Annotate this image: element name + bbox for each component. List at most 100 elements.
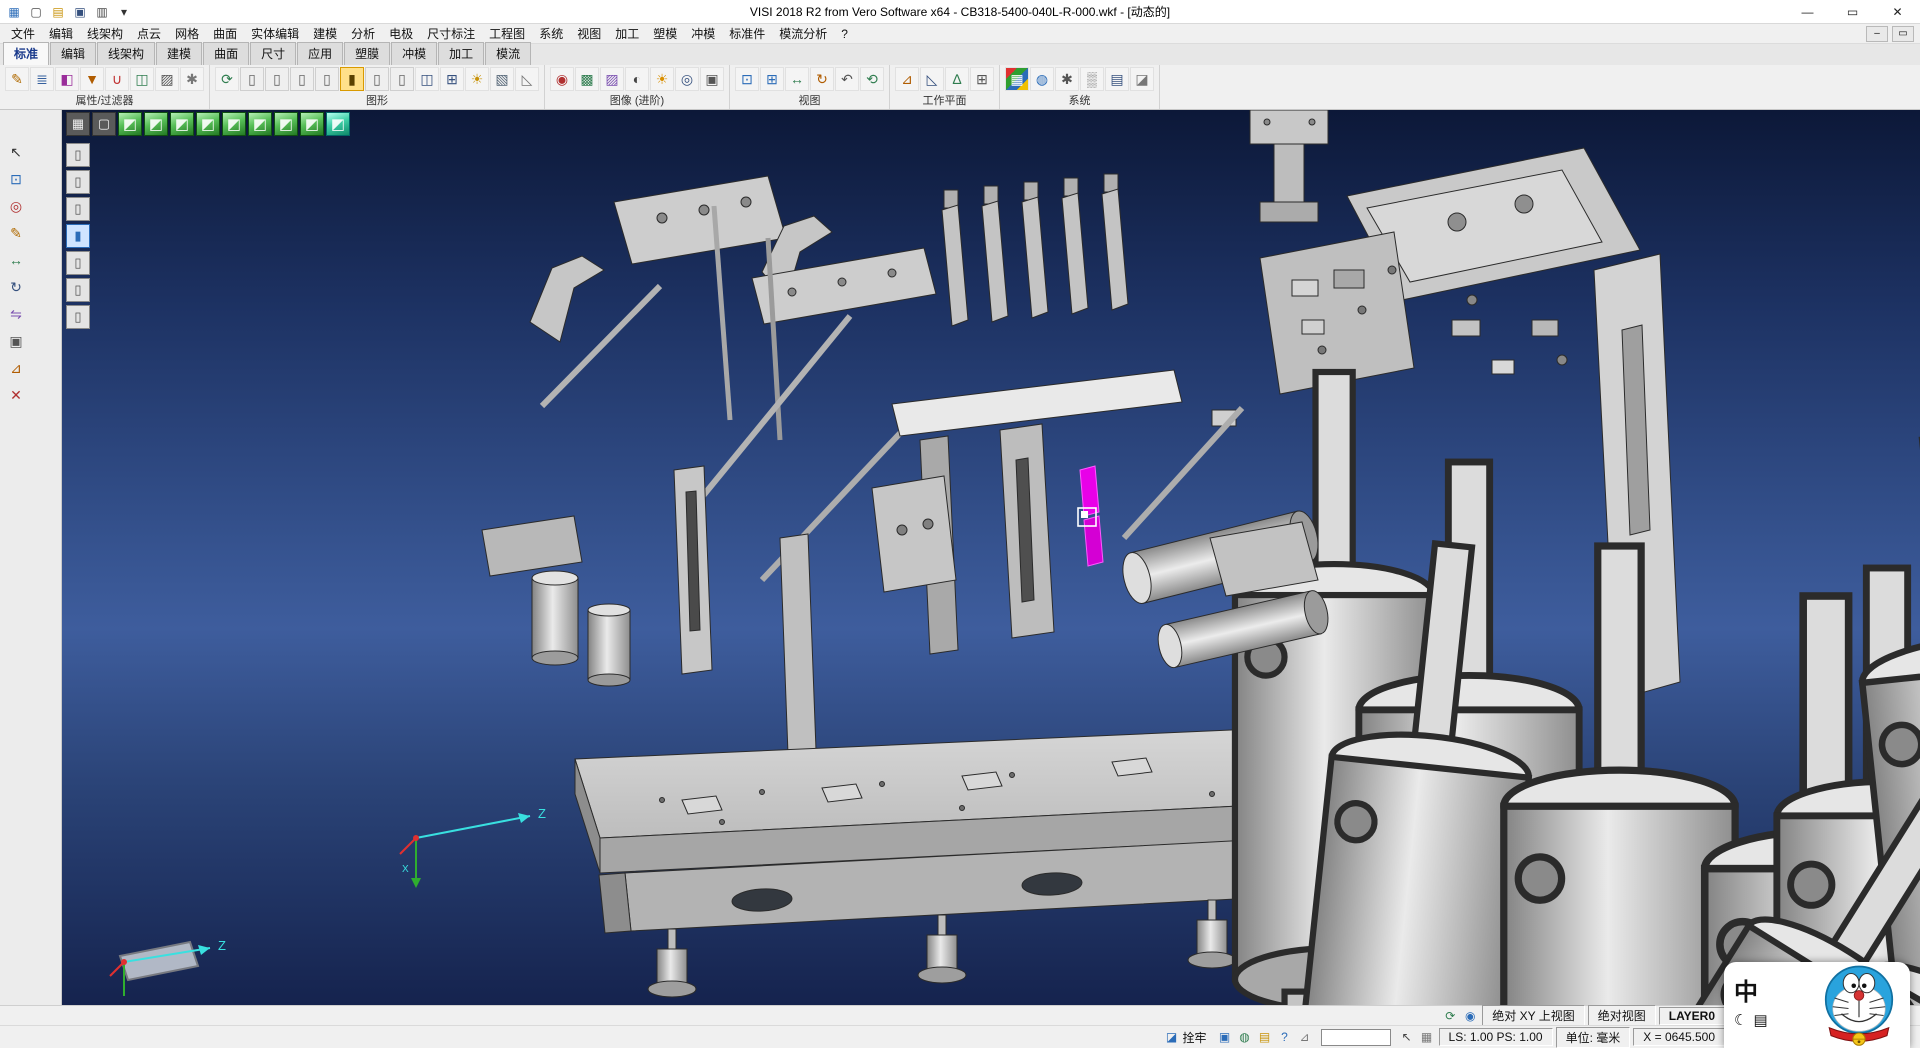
- menu-item-4[interactable]: 网格: [168, 23, 206, 44]
- render-image-icon[interactable]: ◉: [550, 67, 574, 91]
- menu-item-13[interactable]: 视图: [570, 23, 608, 44]
- cad-assembly[interactable]: Z X Z: [110, 110, 1920, 1005]
- materials-icon[interactable]: ▩: [575, 67, 599, 91]
- menu-item-1[interactable]: 编辑: [42, 23, 80, 44]
- workplane-manager-icon[interactable]: ⊞: [970, 67, 994, 91]
- ime-keyboard-icon[interactable]: ▤: [1753, 1011, 1767, 1029]
- tab-dimension[interactable]: 尺寸: [250, 42, 296, 65]
- status-absolute-view[interactable]: 绝对视图: [1588, 1005, 1656, 1026]
- copy-icon[interactable]: ▣: [4, 329, 28, 353]
- wireframe-mode-icon[interactable]: ▯: [240, 67, 264, 91]
- snap-filter-icon[interactable]: ∪: [105, 67, 129, 91]
- workplane-view-icon[interactable]: ◺: [920, 67, 944, 91]
- mdi-restore-button[interactable]: ▭: [1892, 26, 1914, 42]
- layer-manager-icon[interactable]: ≣: [30, 67, 54, 91]
- solids-tree-panel-icon[interactable]: ▯: [66, 197, 90, 221]
- snap-lock-icon[interactable]: ◪: [1163, 1029, 1181, 1045]
- refresh-status-icon[interactable]: ⟳: [1441, 1008, 1459, 1024]
- shaded-edges-mode-icon[interactable]: ▯: [315, 67, 339, 91]
- menu-item-15[interactable]: 塑模: [646, 23, 684, 44]
- menu-item-17[interactable]: 标准件: [722, 23, 772, 44]
- left-top-bracket[interactable]: [614, 176, 786, 264]
- mirror-icon[interactable]: ⇋: [4, 302, 28, 326]
- background-icon[interactable]: ▧: [490, 67, 514, 91]
- workplane-standard-icon[interactable]: ⊿: [895, 67, 919, 91]
- shaded-mode-icon[interactable]: ▯: [290, 67, 314, 91]
- view-back-icon[interactable]: ◩: [196, 112, 220, 136]
- color-filter-icon[interactable]: ◧: [55, 67, 79, 91]
- view-top-icon[interactable]: ◩: [144, 112, 168, 136]
- help-icon[interactable]: ?: [1276, 1029, 1294, 1045]
- lighting-icon[interactable]: ☀: [650, 67, 674, 91]
- render-mode-icon[interactable]: ▮: [340, 67, 364, 91]
- options-icon[interactable]: ✱: [1055, 67, 1079, 91]
- perspective-icon[interactable]: ◫: [415, 67, 439, 91]
- views-panel-icon[interactable]: ▯: [66, 278, 90, 302]
- customize-dropdown-icon[interactable]: ▾: [114, 3, 134, 21]
- menu-item-7[interactable]: 建模: [306, 23, 344, 44]
- selection-panel-icon[interactable]: ▮: [66, 224, 90, 248]
- measure-icon[interactable]: ⊿: [4, 356, 28, 380]
- transparency-icon[interactable]: ▯: [365, 67, 389, 91]
- entity-info-panel-icon[interactable]: ▯: [66, 143, 90, 167]
- menu-item-11[interactable]: 工程图: [482, 23, 532, 44]
- notes-panel-icon[interactable]: ▯: [66, 305, 90, 329]
- view-iso-icon[interactable]: ◩: [118, 112, 142, 136]
- menu-item-10[interactable]: 尺寸标注: [420, 23, 482, 44]
- close-button[interactable]: ✕: [1875, 0, 1920, 23]
- view-bottom-icon[interactable]: ◩: [274, 112, 298, 136]
- history-panel-icon[interactable]: ▯: [66, 251, 90, 275]
- status-layer[interactable]: LAYER0: [1659, 1007, 1725, 1025]
- snap-point-icon[interactable]: ◎: [4, 194, 28, 218]
- zoom-fit-icon[interactable]: ⊡: [735, 67, 759, 91]
- select-window-icon[interactable]: ⊡: [4, 167, 28, 191]
- pan-icon[interactable]: ↔: [785, 67, 809, 91]
- open-folder-icon[interactable]: ▤: [48, 3, 68, 21]
- menu-item-2[interactable]: 线架构: [80, 23, 130, 44]
- menu-item-5[interactable]: 曲面: [206, 23, 244, 44]
- layers-panel-icon[interactable]: ▯: [66, 170, 90, 194]
- camera-icon[interactable]: ◎: [675, 67, 699, 91]
- tab-modeling[interactable]: 建模: [156, 42, 202, 65]
- tab-flow[interactable]: 模流: [485, 42, 531, 65]
- tab-die[interactable]: 冲模: [391, 42, 437, 65]
- rotate-icon[interactable]: ↻: [4, 275, 28, 299]
- workplane-entity-icon[interactable]: ∆: [945, 67, 969, 91]
- tab-machining[interactable]: 加工: [438, 42, 484, 65]
- system-colors-icon[interactable]: ▦: [1005, 67, 1029, 91]
- section-icon[interactable]: ◪: [1130, 67, 1154, 91]
- view-front-icon[interactable]: ◩: [170, 112, 194, 136]
- tab-wireframe[interactable]: 线架构: [97, 42, 155, 65]
- view-left-icon[interactable]: ◩: [222, 112, 246, 136]
- status-coordinate[interactable]: X = 0645.500: [1633, 1028, 1725, 1046]
- tab-edit[interactable]: 编辑: [50, 42, 96, 65]
- view-axonometric-icon[interactable]: ◩: [300, 112, 324, 136]
- tab-application[interactable]: 应用: [297, 42, 343, 65]
- menu-item-9[interactable]: 电极: [382, 23, 420, 44]
- shadows-icon[interactable]: ◐: [625, 67, 649, 91]
- section-view-icon[interactable]: ▯: [390, 67, 414, 91]
- grid-snap-icon[interactable]: ▦: [1418, 1029, 1436, 1045]
- image-toggle-icon[interactable]: ▣: [1216, 1029, 1234, 1045]
- world-settings-icon[interactable]: ◍: [1030, 67, 1054, 91]
- comb-plates[interactable]: [942, 174, 1128, 326]
- menu-item-18[interactable]: 模流分析: [772, 23, 834, 44]
- redraw-icon[interactable]: ⟳: [215, 67, 239, 91]
- mdi-minimize-button[interactable]: –: [1866, 26, 1888, 42]
- save-icon[interactable]: ▣: [70, 3, 90, 21]
- move-icon[interactable]: ↔: [4, 248, 28, 272]
- multi-window-icon[interactable]: ⊞: [440, 67, 464, 91]
- world-icon[interactable]: ◍: [1236, 1029, 1254, 1045]
- delete-icon[interactable]: ✕: [4, 383, 28, 407]
- filter-settings-icon[interactable]: ✱: [180, 67, 204, 91]
- minimize-button[interactable]: —: [1785, 0, 1830, 23]
- tab-surface[interactable]: 曲面: [203, 42, 249, 65]
- menu-item-3[interactable]: 点云: [130, 23, 168, 44]
- selection-mask-icon[interactable]: ◫: [130, 67, 154, 91]
- snap-lock-label[interactable]: 拴牢: [1181, 1029, 1213, 1046]
- print-icon[interactable]: ▥: [92, 3, 112, 21]
- viewport-layout-icon[interactable]: ▦: [66, 112, 90, 136]
- viewport-3d[interactable]: Z X Z ▦▢◩◩◩◩◩◩◩◩◩ ▯▯▯▮▯▯▯: [62, 110, 1920, 1005]
- view-right-icon[interactable]: ◩: [248, 112, 272, 136]
- ime-panel[interactable]: 中 ☾ ▤: [1724, 962, 1910, 1048]
